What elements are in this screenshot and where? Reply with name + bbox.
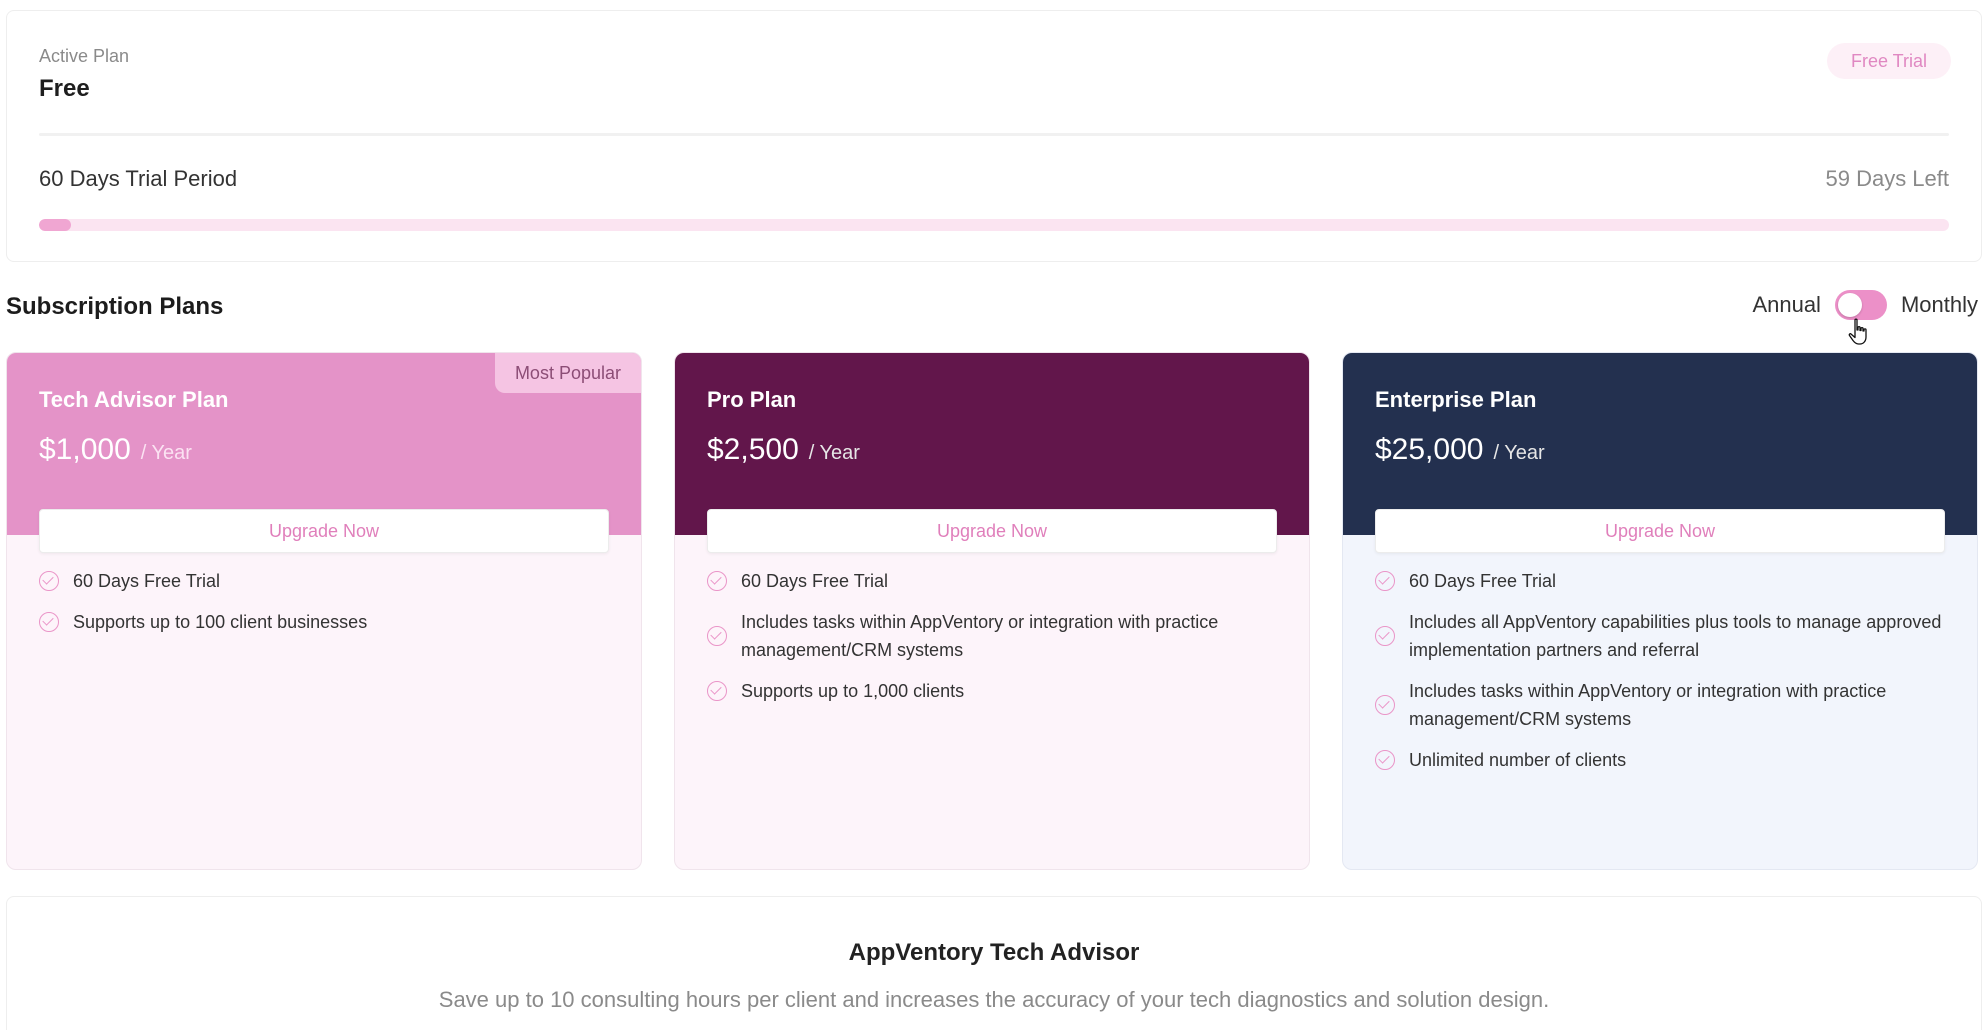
billing-toggle-group: Annual Monthly bbox=[1752, 290, 1978, 320]
feature-text: Unlimited number of clients bbox=[1409, 750, 1627, 770]
check-circle-icon bbox=[1375, 571, 1395, 591]
toggle-knob bbox=[1837, 293, 1862, 317]
plan-price-period: / Year bbox=[808, 442, 860, 464]
feature-text: Supports up to 1,000 clients bbox=[741, 681, 965, 701]
feature-item: Includes tasks within AppVentory or inte… bbox=[707, 608, 1277, 664]
upgrade-now-button[interactable]: Upgrade Now bbox=[1375, 509, 1945, 553]
plan-price: $25,000 / Year bbox=[1375, 433, 1545, 467]
advisor-title: AppVentory Tech Advisor bbox=[848, 939, 1140, 966]
check-circle-icon bbox=[39, 571, 59, 591]
feature-text: Includes all AppVentory capabilities plu… bbox=[1409, 612, 1942, 660]
plan-price: $1,000 / Year bbox=[39, 433, 192, 467]
check-circle-icon bbox=[707, 626, 727, 646]
active-plan-value: Free bbox=[39, 75, 90, 102]
trial-progress-fill bbox=[39, 219, 72, 231]
plan-price-amount: $25,000 bbox=[1375, 433, 1484, 466]
advisor-description: Save up to 10 consulting hours per clien… bbox=[438, 987, 1550, 1012]
feature-list: 60 Days Free Trial Includes all AppVento… bbox=[1375, 567, 1945, 787]
check-circle-icon bbox=[707, 681, 727, 701]
plan-price-amount: $2,500 bbox=[707, 433, 799, 466]
feature-text: Includes tasks within AppVentory or inte… bbox=[1409, 681, 1887, 729]
upgrade-now-button[interactable]: Upgrade Now bbox=[707, 509, 1277, 553]
plan-price: $2,500 / Year bbox=[707, 433, 860, 467]
feature-item: Supports up to 100 client businesses bbox=[39, 608, 609, 636]
feature-list: 60 Days Free Trial Supports up to 100 cl… bbox=[39, 567, 609, 649]
feature-item: Includes tasks within AppVentory or inte… bbox=[1375, 677, 1945, 733]
trial-progress-bar bbox=[39, 219, 1949, 231]
upgrade-now-button[interactable]: Upgrade Now bbox=[39, 509, 609, 553]
feature-item: Unlimited number of clients bbox=[1375, 746, 1945, 774]
hand-pointer-icon bbox=[1848, 318, 1867, 345]
check-circle-icon bbox=[39, 612, 59, 632]
feature-item: 60 Days Free Trial bbox=[707, 567, 1277, 595]
feature-text: 60 Days Free Trial bbox=[73, 571, 221, 591]
plan-name: Enterprise Plan bbox=[1375, 387, 1537, 412]
trial-period-label: 60 Days Trial Period bbox=[39, 166, 238, 191]
plan-price-period: / Year bbox=[140, 442, 192, 464]
plan-header: Pro Plan $2,500 / Year bbox=[675, 353, 1309, 535]
active-plan-card: Active Plan Free Free Trial 60 Days Tria… bbox=[6, 10, 1982, 262]
plan-price-amount: $1,000 bbox=[39, 433, 131, 466]
check-circle-icon bbox=[707, 571, 727, 591]
feature-text: Supports up to 100 client businesses bbox=[73, 612, 368, 632]
days-left-label: 59 Days Left bbox=[1825, 166, 1949, 191]
plan-name: Pro Plan bbox=[707, 387, 797, 412]
check-circle-icon bbox=[1375, 695, 1395, 715]
feature-item: 60 Days Free Trial bbox=[39, 567, 609, 595]
check-circle-icon bbox=[1375, 750, 1395, 770]
feature-item: Supports up to 1,000 clients bbox=[707, 677, 1277, 705]
subscription-plans-title: Subscription Plans bbox=[6, 293, 224, 320]
check-circle-icon bbox=[1375, 626, 1395, 646]
advisor-info-card: AppVentory Tech Advisor Save up to 10 co… bbox=[6, 896, 1982, 1030]
feature-text: Includes tasks within AppVentory or inte… bbox=[741, 612, 1219, 660]
plan-card-tech-advisor: Most Popular Tech Advisor Plan $1,000 / Y… bbox=[6, 352, 642, 870]
most-popular-badge: Most Popular bbox=[494, 353, 641, 393]
annual-label: Annual bbox=[1752, 292, 1821, 317]
feature-text: 60 Days Free Trial bbox=[741, 571, 889, 591]
feature-list: 60 Days Free Trial Includes tasks within… bbox=[707, 567, 1277, 718]
plan-header: Enterprise Plan $25,000 / Year bbox=[1343, 353, 1977, 535]
plan-price-period: / Year bbox=[1493, 442, 1545, 464]
plan-header: Most Popular Tech Advisor Plan $1,000 / Y… bbox=[7, 353, 641, 535]
divider bbox=[39, 133, 1949, 136]
monthly-label: Monthly bbox=[1900, 292, 1978, 317]
feature-text: 60 Days Free Trial bbox=[1409, 571, 1557, 591]
feature-item: Includes all AppVentory capabilities plu… bbox=[1375, 608, 1945, 664]
plan-card-enterprise: Enterprise Plan $25,000 / Year Upgrade No… bbox=[1342, 352, 1978, 870]
plan-name: Tech Advisor Plan bbox=[39, 387, 229, 412]
billing-period-toggle[interactable] bbox=[1834, 290, 1887, 320]
feature-item: 60 Days Free Trial bbox=[1375, 567, 1945, 595]
plan-card-pro: Pro Plan $2,500 / Year Upgrade Now 60 Day… bbox=[674, 352, 1310, 870]
free-trial-badge: Free Trial bbox=[1826, 43, 1951, 79]
active-plan-label: Active Plan bbox=[39, 46, 130, 66]
